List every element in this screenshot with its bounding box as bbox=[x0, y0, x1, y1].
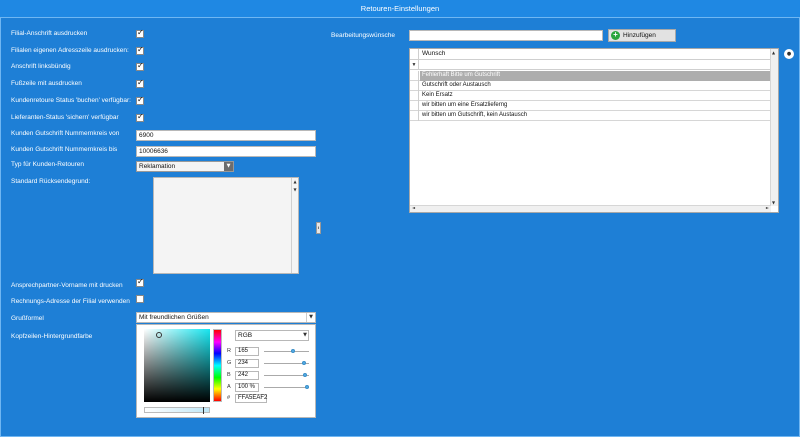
r-slider-thumb[interactable] bbox=[290, 349, 295, 353]
scroll-up-icon[interactable]: ▲ bbox=[772, 50, 775, 55]
a-label: A bbox=[227, 384, 231, 390]
hue-slider[interactable] bbox=[213, 329, 222, 402]
alpha-marker bbox=[203, 407, 204, 414]
scroll-left-icon[interactable]: ◄ bbox=[412, 205, 415, 210]
a-slider-thumb[interactable] bbox=[305, 385, 309, 389]
grussformel-value: Mit freundlichen Grüßen bbox=[139, 314, 209, 321]
r-track[interactable] bbox=[264, 351, 309, 352]
row-indicator bbox=[410, 91, 419, 101]
list-item[interactable]: Gutschrift oder Austausch bbox=[410, 81, 771, 91]
grussformel-select[interactable]: Mit freundlichen Grüßen ▼ bbox=[136, 312, 316, 323]
b-slider-thumb[interactable] bbox=[302, 373, 307, 377]
label-grussformel: Grußformel bbox=[11, 315, 44, 322]
window-title: Retouren-Einstellungen bbox=[0, 0, 800, 18]
bearbeitungswunsch-input[interactable] bbox=[409, 30, 603, 41]
color-cursor[interactable] bbox=[156, 332, 162, 338]
b-input[interactable]: 242 bbox=[235, 371, 259, 380]
b-label: B bbox=[227, 372, 231, 378]
row-indicator bbox=[410, 101, 419, 111]
grid-filter-row[interactable]: ▼ bbox=[410, 60, 771, 70]
label-filial-anschrift: Filial-Anschrift ausdrucken bbox=[11, 30, 88, 37]
wunsch-grid: Wunsch ▼ Fehlerhaft Bitte um Gutschrift G… bbox=[409, 48, 779, 213]
filter-icon[interactable]: ▼ bbox=[410, 60, 419, 70]
gutschrift-bis-input[interactable]: 10006636 bbox=[136, 146, 316, 157]
label-typ-kunden-retouren: Typ für Kunden-Retouren bbox=[11, 161, 84, 168]
typ-select-value: Reklamation bbox=[139, 163, 176, 170]
label-anschrift-linksbuendig: Anschrift linksbündig bbox=[11, 63, 71, 70]
chevron-down-icon[interactable]: ▼ bbox=[224, 162, 233, 171]
label-filialen-adresszeile: Filialen eigenen Adresszeile ausdrucken: bbox=[11, 47, 129, 54]
checkbox-fusszeile[interactable] bbox=[136, 78, 144, 88]
g-input[interactable]: 234 bbox=[235, 359, 259, 368]
checkbox-rechnungsadresse[interactable] bbox=[136, 295, 144, 303]
ruecksendegrund-memo[interactable]: ▲ ▼ bbox=[153, 177, 299, 274]
list-item[interactable]: wir bitten um Gutschrift, kein Austausch bbox=[410, 111, 771, 121]
checkbox-anschrift-linksbuendig[interactable] bbox=[136, 61, 144, 71]
list-item-text: Kein Ersatz bbox=[422, 92, 453, 98]
memo-scrollbar[interactable]: ▲ ▼ bbox=[291, 178, 298, 273]
list-item-text: Fehlerhaft Bitte um Gutschrift bbox=[420, 71, 771, 81]
list-item[interactable]: Kein Ersatz bbox=[410, 91, 771, 101]
scroll-down-icon[interactable]: ▼ bbox=[772, 200, 775, 205]
label-bearbeitungswuensche: Bearbeitungswünsche bbox=[331, 32, 395, 39]
r-label: R bbox=[227, 348, 231, 354]
splitter-handle[interactable]: ‖ bbox=[316, 222, 321, 234]
color-mode-select[interactable]: RGB ▼ bbox=[235, 330, 309, 341]
add-button[interactable]: + Hinzufügen bbox=[608, 29, 676, 42]
row-indicator bbox=[410, 111, 419, 121]
list-item-text: wir bitten um eine Ersatzlieferng bbox=[422, 102, 508, 108]
scroll-up-icon[interactable]: ▲ bbox=[292, 179, 298, 184]
a-track[interactable] bbox=[264, 387, 309, 388]
row-indicator bbox=[410, 81, 419, 91]
dot-menu-icon[interactable]: ● bbox=[784, 49, 794, 59]
g-label: G bbox=[227, 360, 232, 366]
list-item-text: Gutschrift oder Austausch bbox=[422, 82, 491, 88]
label-ansprechpartner: Ansprechpartner-Vorname mit drucken bbox=[11, 282, 123, 289]
color-mode-value: RGB bbox=[238, 332, 253, 339]
checkbox-kundenretoure-status[interactable] bbox=[136, 95, 144, 105]
scroll-down-icon[interactable]: ▼ bbox=[292, 187, 298, 192]
label-fusszeile: Fußzeile mit ausdrucken bbox=[11, 80, 82, 87]
column-header-wunsch[interactable]: Wunsch bbox=[422, 50, 445, 57]
a-input[interactable]: 100 % bbox=[235, 383, 259, 392]
list-item[interactable]: Fehlerhaft Bitte um Gutschrift bbox=[410, 71, 771, 81]
add-button-label: Hinzufügen bbox=[623, 32, 656, 39]
label-lieferanten-status: Lieferanten-Status 'sichern' verfügbar bbox=[11, 114, 119, 121]
r-input[interactable]: 165 bbox=[235, 347, 259, 356]
label-standard-ruecksendegrund: Standard Rücksendegrund: bbox=[11, 178, 91, 185]
label-kopfzeilen-farbe: Kopfzeilen-Hintergrundfarbe bbox=[11, 333, 93, 340]
scroll-right-icon[interactable]: ► bbox=[766, 205, 769, 210]
color-picker: RGB ▼ R 165 G 234 B 242 A 100 % # FFA5EA… bbox=[136, 324, 316, 418]
hex-input[interactable]: FFA5EAF2 bbox=[235, 394, 267, 403]
checkbox-ansprechpartner[interactable] bbox=[136, 277, 144, 287]
label-rechnungsadresse: Rechnungs-Adresse der Filial verwenden bbox=[11, 298, 130, 305]
chevron-down-icon[interactable]: ▼ bbox=[306, 313, 315, 322]
label-gutschrift-von: Kunden Gutschrift Nummernkreis von bbox=[11, 130, 120, 137]
list-item[interactable]: wir bitten um eine Ersatzlieferng bbox=[410, 101, 771, 111]
plus-icon: + bbox=[611, 31, 620, 40]
g-slider-thumb[interactable] bbox=[301, 361, 306, 365]
label-kundenretoure-status: Kundenretoure Status 'buchen' verfügbar: bbox=[11, 97, 131, 104]
row-indicator bbox=[410, 71, 419, 81]
grid-vertical-scrollbar[interactable]: ▲ ▼ bbox=[770, 49, 778, 206]
gutschrift-von-input[interactable]: 6900 bbox=[136, 130, 316, 141]
hex-label: # bbox=[227, 395, 231, 401]
checkbox-lieferanten-status[interactable] bbox=[136, 112, 144, 122]
alpha-slider[interactable] bbox=[144, 407, 210, 414]
checkbox-filialen-adresszeile[interactable] bbox=[136, 45, 144, 55]
grid-header-indicator bbox=[410, 49, 419, 60]
list-item-text: wir bitten um Gutschrift, kein Austausch bbox=[422, 112, 528, 118]
label-gutschrift-bis: Kunden Gutschrift Nummernkreis bis bbox=[11, 146, 118, 153]
typ-select[interactable]: Reklamation ▼ bbox=[136, 161, 234, 172]
checkbox-filial-anschrift[interactable] bbox=[136, 28, 144, 38]
grid-horizontal-scrollbar[interactable]: ◄ ► bbox=[410, 205, 771, 212]
chevron-down-icon[interactable]: ▼ bbox=[303, 331, 307, 340]
saturation-value-area[interactable] bbox=[144, 329, 210, 402]
grid-header: Wunsch bbox=[410, 49, 771, 60]
